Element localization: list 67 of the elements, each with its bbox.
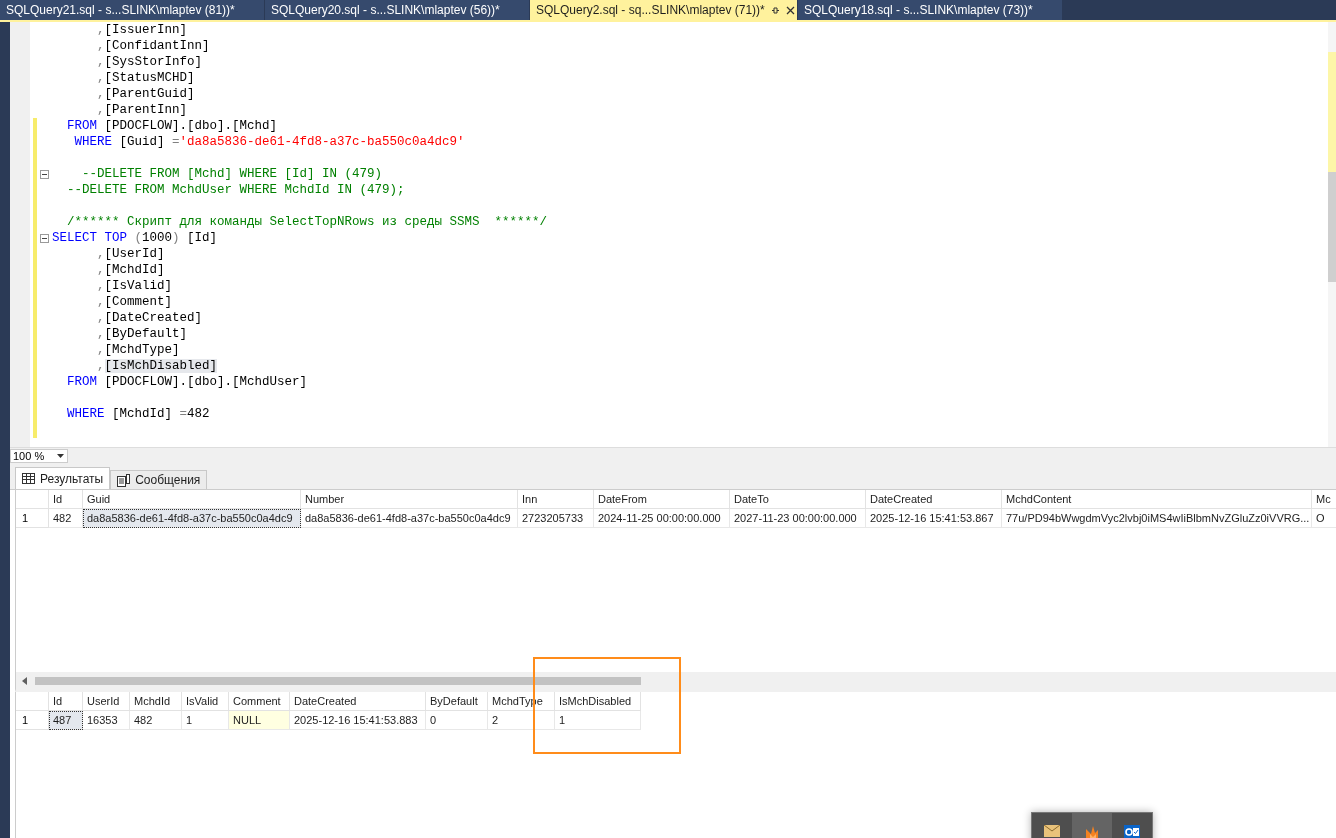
table-cell[interactable]: da8a5836-de61-4fd8-a37c-ba550c0a4dc9	[83, 509, 301, 528]
scrollbar[interactable]	[1328, 22, 1336, 447]
document-tab[interactable]: SQLQuery21.sql - s...SLINK\mlaptev (81))*	[0, 0, 265, 20]
tab-title: SQLQuery2.sql - sq...SLINK\mlaptev (71))*	[536, 3, 765, 17]
collapse-icon[interactable]	[40, 169, 49, 179]
code-line: ,[MchdType]	[96, 342, 180, 358]
tab-title: SQLQuery21.sql - s...SLINK\mlaptev (81))*	[6, 3, 235, 17]
code-line: ,[MchdId]	[96, 262, 165, 278]
table-cell[interactable]: 16353	[83, 711, 130, 730]
document-icon	[117, 473, 131, 487]
app-icon[interactable]	[1084, 825, 1100, 838]
results-tab[interactable]: Сообщения	[110, 470, 208, 489]
code-line: ,[DateCreated]	[96, 310, 203, 326]
table-cell[interactable]: 0	[426, 711, 488, 730]
code-line: /****** Скрипт для команды SelectTopNRows из среды SSMS ******/	[66, 214, 548, 230]
code-line: --DELETE FROM MchdUser WHERE MchdId IN (479);	[66, 182, 405, 198]
code-line: FROM [PDOCFLOW].[dbo].[Mchd]	[66, 118, 278, 134]
row-header-corner	[16, 490, 49, 509]
code-line: ,[Comment]	[96, 294, 173, 310]
grid-icon	[22, 473, 35, 484]
tab-label: Сообщения	[135, 473, 201, 487]
document-tab[interactable]: SQLQuery2.sql - sq...SLINK\mlaptev (71))*	[530, 0, 798, 20]
code-line: ,[SysStorInfo]	[96, 54, 203, 70]
code-line: WHERE [MchdId] =482	[66, 406, 210, 422]
code-line: ,[ByDefault]	[96, 326, 188, 342]
table-cell[interactable]: 1	[555, 711, 641, 730]
close-icon[interactable]	[785, 5, 795, 15]
code-line: WHERE [Guid] ='da8a5836-de61-4fd8-a37c-ba550c0a4dc9'	[73, 134, 465, 150]
table-cell[interactable]: 77u/PD94bWwgdmVyc2lvbj0iMS4wIiBlbmNvZGluZz0iVVRG...	[1002, 509, 1312, 528]
tab-title: SQLQuery20.sql - s...SLINK\mlaptev (56))*	[271, 3, 500, 17]
table-cell[interactable]: 2	[488, 711, 555, 730]
collapse-icon[interactable]	[40, 233, 49, 243]
document-tab[interactable]: SQLQuery20.sql - s...SLINK\mlaptev (56))*	[265, 0, 530, 20]
code-line: ,[IsValid]	[96, 278, 173, 294]
table-cell[interactable]: 482	[130, 711, 182, 730]
code-line: ,[IssuerInn]	[96, 22, 188, 38]
row-header-corner	[16, 692, 49, 711]
code-line: ,[IsMchDisabled]	[96, 358, 218, 374]
zoom-dropdown[interactable]: 100 %	[10, 448, 68, 463]
code-line: SELECT TOP (1000) [Id]	[52, 230, 218, 246]
table-cell[interactable]: 2025-12-16 15:41:53.883	[290, 711, 426, 730]
scroll-left-icon[interactable]	[22, 676, 27, 685]
table-cell[interactable]: 482	[49, 509, 83, 528]
null-cell[interactable]: NULL	[229, 711, 290, 730]
table-cell[interactable]: 487	[49, 711, 83, 730]
table-cell[interactable]: 2025-12-16 15:41:53.867	[866, 509, 1002, 528]
code-line: ,[UserId]	[96, 246, 165, 262]
table-cell[interactable]: 2024-11-25 00:00:00.000	[594, 509, 730, 528]
document-tab[interactable]: SQLQuery18.sql - s...SLINK\mlaptev (73))*	[798, 0, 1063, 20]
code-line: ,[ParentGuid]	[96, 86, 195, 102]
code-line: ,[StatusMCHD]	[96, 70, 195, 86]
code-line: FROM [PDOCFLOW].[dbo].[MchdUser]	[66, 374, 308, 390]
code-line: ,[ConfidantInn]	[96, 38, 210, 54]
tab-label: Результаты	[40, 471, 104, 486]
horizontal-scrollbar[interactable]	[15, 672, 1336, 692]
table-cell[interactable]: 1	[182, 711, 229, 730]
table-cell[interactable]: da8a5836-de61-4fd8-a37c-ba550c0a4dc9	[301, 509, 518, 528]
table-cell[interactable]: 2027-11-23 00:00:00.000	[730, 509, 866, 528]
pin-icon[interactable]	[770, 5, 780, 15]
tab-title: SQLQuery18.sql - s...SLINK\mlaptev (73))*	[804, 3, 1033, 17]
code-line: ,[ParentInn]	[96, 102, 188, 118]
results-tab[interactable]: Результаты	[15, 467, 111, 489]
mail-app-icon[interactable]	[1124, 825, 1140, 838]
envelope-icon[interactable]	[1044, 825, 1060, 837]
table-cell[interactable]: 2723205733	[518, 509, 594, 528]
caret-icon[interactable]	[57, 453, 64, 458]
code-line: --DELETE FROM [Mchd] WHERE [Id] IN (479)	[81, 166, 383, 182]
